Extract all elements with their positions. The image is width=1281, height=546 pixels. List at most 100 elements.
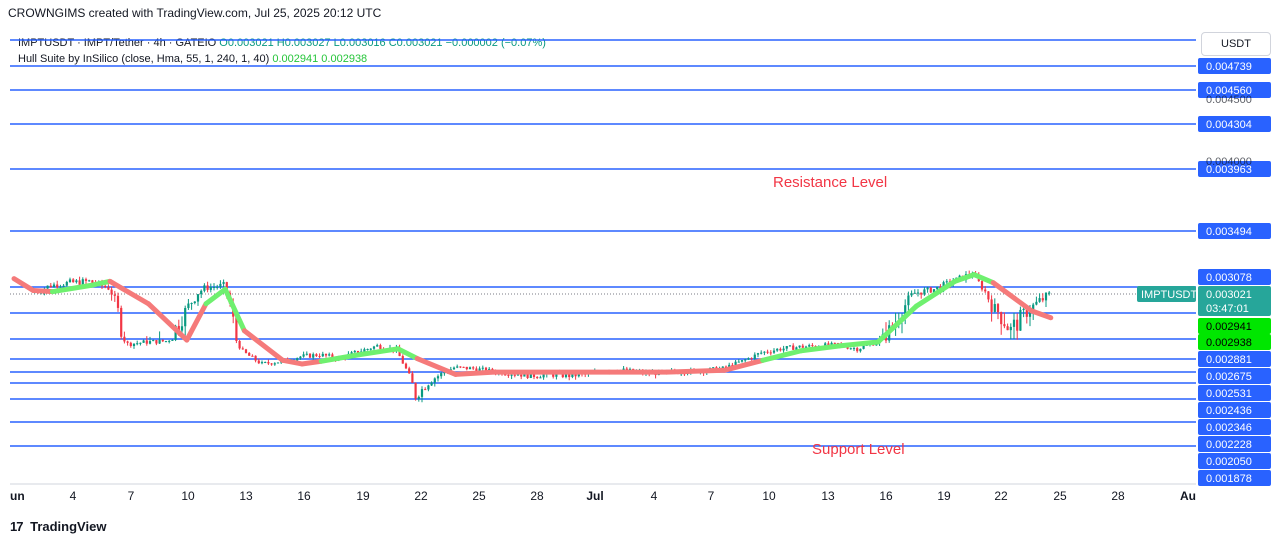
candle-body (1009, 326, 1012, 331)
candle-body (760, 352, 763, 354)
candle-body (212, 287, 216, 289)
price-axis-label: 0.003494 (1206, 226, 1252, 238)
candle-body (747, 358, 750, 360)
candle-body (216, 286, 219, 288)
candle-body (833, 342, 836, 344)
candle-body (56, 284, 59, 288)
hull-value-label: 0.002938 (1206, 337, 1252, 349)
candle-body (65, 281, 68, 286)
candle-body (769, 352, 772, 354)
candle-body (987, 291, 990, 300)
candle-body (1003, 324, 1006, 327)
candle-body (152, 340, 155, 342)
candle-body (862, 345, 865, 349)
candle-body (1016, 319, 1019, 331)
tradingview-logo-icon: 17 (10, 519, 24, 534)
x-axis-tick-label: Au (1180, 489, 1196, 503)
candle-body (510, 374, 513, 376)
candle-body (161, 339, 164, 342)
x-axis-tick-label: 22 (994, 489, 1008, 503)
candle-body (424, 389, 427, 391)
candle-body (164, 341, 168, 343)
candle-body (427, 385, 430, 390)
candle-body (859, 348, 862, 352)
hull-band-segment (145, 301, 190, 343)
candle-body (763, 351, 766, 353)
candle-body (920, 292, 923, 295)
candle-body (116, 295, 120, 308)
candle-body (1048, 292, 1051, 294)
support-annotation: Support Level (812, 441, 905, 458)
candle-body (481, 367, 484, 369)
candle-body (142, 340, 145, 343)
price-axis-label: 0.002881 (1206, 354, 1252, 366)
candle-body (75, 280, 78, 283)
tradingview-footer[interactable]: 17 TradingView (10, 519, 106, 534)
price-axis-label: 0.002436 (1206, 405, 1252, 417)
candle-body (408, 368, 411, 374)
candle-body (936, 286, 939, 290)
candle-body (148, 341, 152, 344)
candle-body (72, 279, 75, 283)
candle-body (84, 279, 88, 281)
resistance-annotation: Resistance Level (773, 174, 887, 191)
candle-body (238, 340, 241, 349)
candle-body (785, 346, 788, 349)
candle-body (264, 362, 267, 364)
hull-band-segment (1029, 308, 1054, 321)
candle-body (78, 280, 81, 285)
hull-band-segment (952, 272, 977, 284)
candle-body (1022, 309, 1025, 311)
candle-body (200, 290, 203, 295)
candle-body (452, 367, 456, 370)
price-chart[interactable]: Resistance Level Support Level 0.004739 0.0… (0, 0, 1281, 546)
candle-body (241, 348, 244, 350)
candle-body (414, 382, 417, 399)
x-axis-tick-label: un (10, 489, 25, 503)
candle-body (260, 362, 264, 364)
last-price-label: 0.003021 (1206, 289, 1252, 301)
candle-body (520, 374, 523, 377)
hull-band-segment (280, 357, 305, 367)
candle-body (798, 345, 801, 348)
candle-body (744, 359, 747, 361)
candle-body (366, 348, 369, 350)
hull-band-segment (11, 276, 36, 293)
x-axis-tick-label: 16 (879, 489, 893, 503)
candle-body (209, 287, 212, 290)
candle-body (401, 356, 404, 364)
candle-body (907, 295, 910, 306)
candle-body (257, 360, 260, 364)
x-axis-tick-label: 16 (297, 489, 311, 503)
price-axis-tick: 0.004000 (1206, 156, 1252, 168)
candle-body (913, 292, 916, 294)
candle-body (513, 374, 516, 376)
hull-band-segment (241, 328, 286, 363)
x-axis-tick-label: 19 (937, 489, 951, 503)
candle-body (472, 367, 475, 369)
candle-body (136, 343, 139, 345)
candle-body (430, 382, 433, 386)
hull-band-segment (299, 358, 324, 367)
hull-band-segment (395, 346, 420, 362)
x-axis-tick-label: 7 (708, 489, 715, 503)
candle-body (302, 354, 305, 357)
candle-body (507, 374, 510, 376)
x-axis-tick-label: 25 (472, 489, 486, 503)
candle-body (315, 354, 318, 357)
x-axis-tick-label: Jul (586, 489, 603, 503)
candle-body (305, 353, 308, 355)
candle-body (190, 303, 193, 305)
candle-body (411, 373, 414, 383)
tradingview-brand: TradingView (30, 519, 107, 534)
candle-body (849, 348, 852, 350)
countdown-label: 03:47:01 (1206, 303, 1249, 315)
candle-body (433, 378, 436, 383)
candle-body (270, 363, 273, 365)
candle-body (436, 376, 440, 379)
candle-body (929, 287, 932, 293)
candle-body (910, 293, 913, 296)
candle-body (158, 339, 161, 344)
candle-body (712, 367, 715, 369)
hull-band-segment (107, 278, 151, 307)
